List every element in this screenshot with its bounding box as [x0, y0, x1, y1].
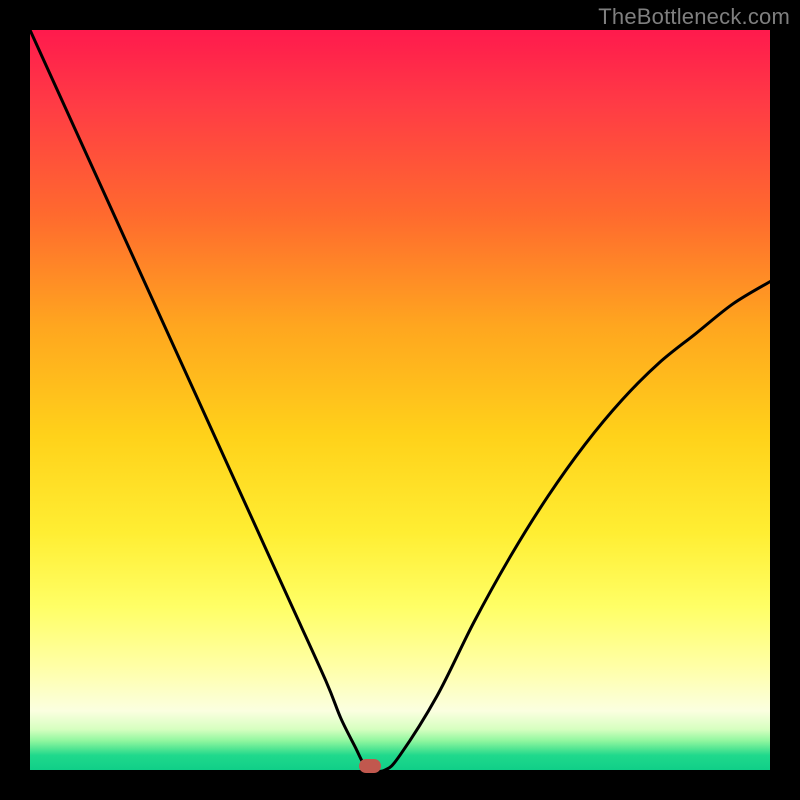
bottleneck-curve	[30, 30, 770, 770]
watermark-text: TheBottleneck.com	[598, 4, 790, 30]
optimal-point-marker	[359, 759, 381, 773]
chart-plot-area	[30, 30, 770, 770]
chart-frame: TheBottleneck.com	[0, 0, 800, 800]
